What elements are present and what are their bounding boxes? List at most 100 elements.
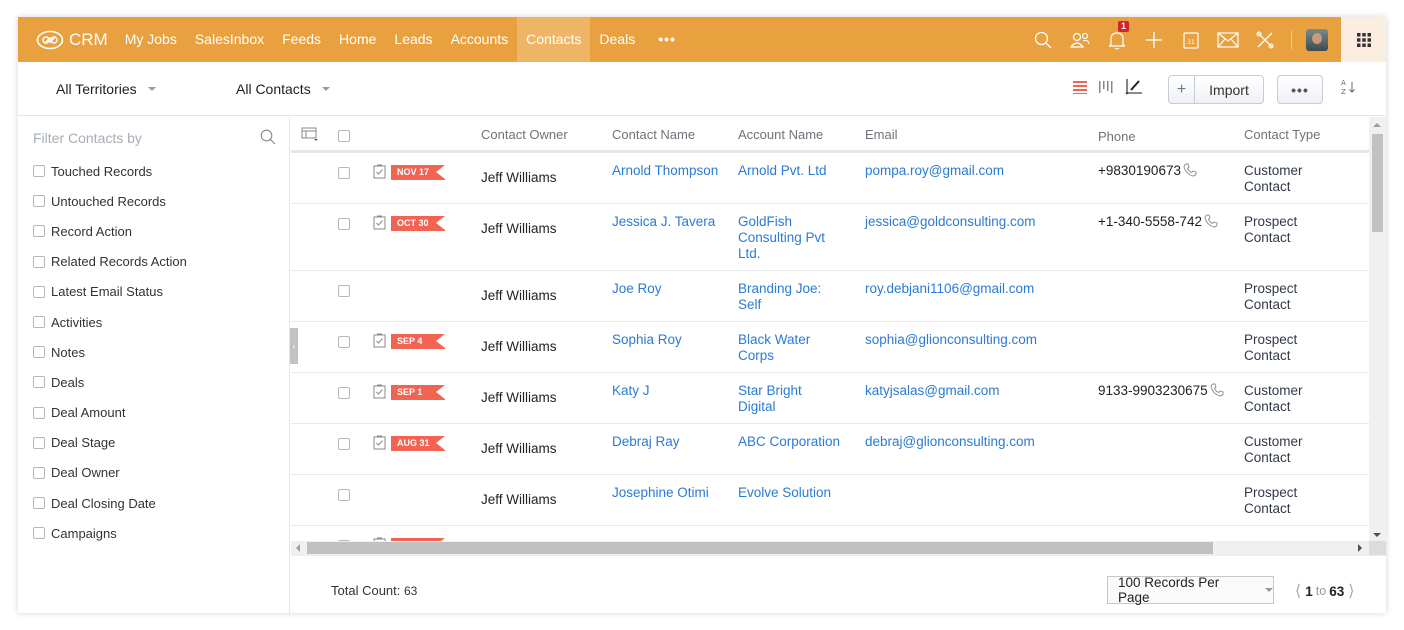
checkbox[interactable] xyxy=(33,195,45,208)
prev-page-button[interactable]: ⟨ xyxy=(1291,581,1305,601)
row-checkbox[interactable] xyxy=(338,387,350,399)
contact-name-link[interactable]: Katy J xyxy=(612,383,727,399)
nav-home[interactable]: Home xyxy=(330,17,385,62)
table-row[interactable]: SEP 4 Jeff Williams Sophia Roy Black Water … xyxy=(291,322,1369,373)
checkbox[interactable] xyxy=(33,285,45,298)
next-page-button[interactable]: ⟩ xyxy=(1344,581,1358,601)
filter-related-records-action[interactable]: Related Records Action xyxy=(33,247,187,277)
more-actions-button[interactable]: ••• xyxy=(1277,75,1323,104)
checkbox[interactable] xyxy=(33,255,45,268)
checkbox[interactable] xyxy=(33,527,45,540)
table-row[interactable]: Jeff Williams Josephine Otimi Evolve Solut… xyxy=(291,475,1369,526)
phone-call-icon[interactable] xyxy=(1210,383,1224,401)
row-checkbox[interactable] xyxy=(338,489,350,501)
filter-deals[interactable]: Deals xyxy=(33,367,187,397)
contact-name-link[interactable]: Josephine Otimi xyxy=(612,485,727,501)
checkbox[interactable] xyxy=(33,466,45,479)
user-avatar[interactable] xyxy=(1306,28,1328,51)
search-button[interactable] xyxy=(1024,17,1061,62)
contact-name-link[interactable]: Sophia Roy xyxy=(612,332,727,348)
checkbox[interactable] xyxy=(33,406,45,419)
filter-touched-records[interactable]: Touched Records xyxy=(33,156,187,186)
nav-salesinbox[interactable]: SalesInbox xyxy=(186,17,273,62)
nav-feeds[interactable]: Feeds xyxy=(273,17,330,62)
apps-grid-button[interactable] xyxy=(1341,17,1386,62)
nav-accounts[interactable]: Accounts xyxy=(442,17,518,62)
column-header-email[interactable]: Email xyxy=(865,127,898,142)
sort-button[interactable]: AZ xyxy=(1339,78,1357,101)
email-link[interactable]: roy.debjani1106@gmail.com xyxy=(865,281,1034,297)
checkbox[interactable] xyxy=(33,346,45,359)
records-per-page-dropdown[interactable]: 100 Records Per Page xyxy=(1107,575,1274,605)
horizontal-scroll-thumb[interactable] xyxy=(307,542,1213,554)
task-icon[interactable] xyxy=(373,215,386,235)
table-row[interactable]: NOV 17 Jeff Williams Arnold Thompson Arnold… xyxy=(291,153,1369,204)
checkbox[interactable] xyxy=(33,436,45,449)
vertical-scroll-thumb[interactable] xyxy=(1372,134,1383,232)
nav-leads[interactable]: Leads xyxy=(385,17,441,62)
column-header-account-name[interactable]: Account Name xyxy=(738,127,823,142)
email-link[interactable]: katyjsalas@gmail.com xyxy=(865,383,1000,399)
view-dropdown[interactable]: All Contacts xyxy=(236,81,330,97)
nav-contacts[interactable]: Contacts xyxy=(517,17,591,62)
filter-deal-stage[interactable]: Deal Stage xyxy=(33,428,187,458)
phone-cell[interactable]: 9133-9903230675 xyxy=(1098,383,1224,401)
account-name-link[interactable]: GoldFish Consulting Pvt Ltd. xyxy=(738,214,843,262)
canvas-view-button[interactable] xyxy=(1125,78,1143,96)
checkbox[interactable] xyxy=(33,165,45,178)
column-settings-button[interactable] xyxy=(301,127,319,146)
contact-name-link[interactable]: Debraj Ray xyxy=(612,434,727,450)
phone-cell[interactable]: +1-340-5558-742 xyxy=(1098,214,1218,232)
task-icon[interactable] xyxy=(373,333,386,353)
filter-activities[interactable]: Activities xyxy=(33,307,187,337)
phone-cell[interactable]: +9830190673 xyxy=(1098,163,1197,181)
column-header-contact-type[interactable]: Contact Type xyxy=(1244,127,1320,142)
row-checkbox[interactable] xyxy=(338,218,350,230)
checkbox[interactable] xyxy=(33,316,45,329)
filter-deal-amount[interactable]: Deal Amount xyxy=(33,398,187,428)
row-checkbox[interactable] xyxy=(338,438,350,450)
scroll-up-arrow[interactable] xyxy=(1373,123,1381,127)
table-row[interactable]: AUG 31 Jeff Williams Debraj Ray ABC Corpora… xyxy=(291,424,1369,475)
import-button[interactable]: + Import xyxy=(1168,75,1264,104)
select-all-checkbox[interactable] xyxy=(338,130,350,142)
email-link[interactable]: jessica@goldconsulting.com xyxy=(865,214,1036,230)
horizontal-scrollbar[interactable] xyxy=(291,541,1369,555)
add-record-button[interactable]: + xyxy=(1169,76,1195,103)
task-icon[interactable] xyxy=(373,435,386,455)
filter-deal-closing-date[interactable]: Deal Closing Date xyxy=(33,488,187,518)
filter-campaigns[interactable]: Campaigns xyxy=(33,518,187,548)
contact-name-link[interactable]: Jessica J. Tavera xyxy=(612,214,727,230)
filter-latest-email-status[interactable]: Latest Email Status xyxy=(33,277,187,307)
account-name-link[interactable]: Star Bright Digital xyxy=(738,383,843,415)
nav-my-jobs[interactable]: My Jobs xyxy=(116,17,186,62)
account-name-link[interactable]: ABC Corporation xyxy=(738,434,843,450)
checkbox[interactable] xyxy=(33,376,45,389)
contacts-button[interactable] xyxy=(1061,17,1098,62)
row-checkbox[interactable] xyxy=(338,285,350,297)
vertical-scrollbar[interactable] xyxy=(1369,117,1386,543)
list-view-button[interactable] xyxy=(1073,80,1087,94)
territory-dropdown[interactable]: All Territories xyxy=(56,81,156,97)
crm-logo[interactable]: CRM xyxy=(36,30,108,50)
create-button[interactable] xyxy=(1135,17,1172,62)
filter-deal-owner[interactable]: Deal Owner xyxy=(33,458,187,488)
scroll-left-arrow[interactable] xyxy=(296,544,300,552)
account-name-link[interactable]: Evolve Solution xyxy=(738,485,843,501)
scroll-right-arrow[interactable] xyxy=(1358,544,1362,552)
column-header-contact-name[interactable]: Contact Name xyxy=(612,127,695,142)
filter-search-button[interactable] xyxy=(260,129,276,150)
account-name-link[interactable]: Black Water Corps xyxy=(738,332,843,364)
column-header-phone[interactable]: Phone xyxy=(1098,129,1136,144)
checkbox[interactable] xyxy=(33,497,45,510)
kanban-view-button[interactable] xyxy=(1099,80,1113,94)
setup-button[interactable] xyxy=(1246,17,1283,62)
email-link[interactable]: pompa.roy@gmail.com xyxy=(865,163,1004,179)
checkbox[interactable] xyxy=(33,225,45,238)
table-row[interactable]: SEP 1 Jeff Williams Katy J Star Bright Digi… xyxy=(291,373,1369,424)
scroll-down-arrow[interactable] xyxy=(1373,533,1381,537)
task-icon[interactable] xyxy=(373,164,386,184)
mail-button[interactable] xyxy=(1209,17,1246,62)
row-checkbox[interactable] xyxy=(338,336,350,348)
email-link[interactable]: sophia@glionconsulting.com xyxy=(865,332,1037,348)
